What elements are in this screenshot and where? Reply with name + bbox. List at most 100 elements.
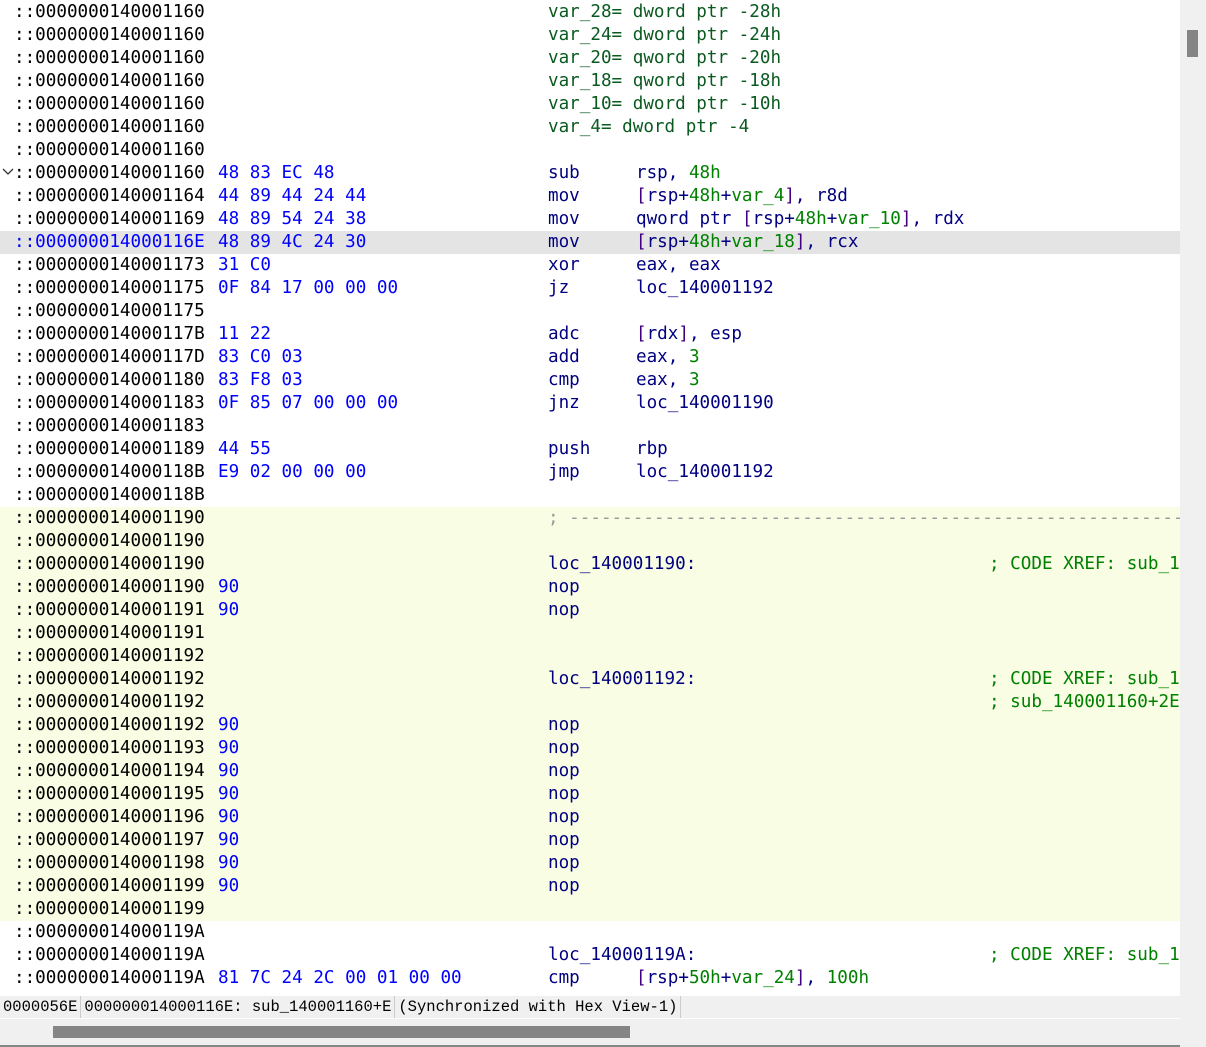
mnemonic[interactable]: nop xyxy=(548,737,580,760)
vertical-scrollbar[interactable] xyxy=(1180,0,1206,1047)
listing-row[interactable]: ::0000000140001160 var_4= dword ptr -4 xyxy=(0,116,1180,139)
listing-row[interactable]: ::0000000140001199 90 nop xyxy=(0,875,1180,898)
listing-row[interactable]: ::000000014000119A 81 7C 24 2C 00 01 00 0… xyxy=(0,967,1180,990)
operands[interactable]: loc_140001192 xyxy=(636,277,774,300)
listing-row[interactable]: ::0000000140001160 var_28= dword ptr -28h xyxy=(0,1,1180,24)
address: ::0000000140001192 xyxy=(14,669,205,689)
mnemonic[interactable]: jmp xyxy=(548,461,580,484)
operands[interactable]: [rsp+48h+var_4], r8d xyxy=(636,185,848,208)
mnemonic[interactable]: cmp xyxy=(548,369,580,392)
listing-row[interactable]: ::0000000140001190 loc_140001190: ; CODE X… xyxy=(0,553,1180,576)
xref-comment[interactable]: ; CODE XREF: sub_1 xyxy=(989,553,1180,576)
listing-row[interactable]: ::0000000140001189 44 55 push rbp xyxy=(0,438,1180,461)
current-location: 000000014000116E: sub_140001160+E xyxy=(81,996,396,1018)
address: ::0000000140001192 xyxy=(14,692,205,712)
operands[interactable]: [rsp+50h+var_24], 100h xyxy=(636,967,869,990)
operands[interactable]: rsp, 48h xyxy=(636,162,721,185)
listing-row[interactable]: ::0000000140001194 90 nop xyxy=(0,760,1180,783)
listing-row[interactable]: ::0000000140001183 xyxy=(0,415,1180,438)
listing-row[interactable]: ::0000000140001180 83 F8 03 cmp eax, 3 xyxy=(0,369,1180,392)
listing-row[interactable]: ::0000000140001192 ; sub_140001160+2E xyxy=(0,691,1180,714)
label[interactable]: loc_140001192: xyxy=(548,668,696,691)
listing-row[interactable]: ::0000000140001173 31 C0 xor eax, eax xyxy=(0,254,1180,277)
listing-row[interactable]: ::0000000140001198 90 nop xyxy=(0,852,1180,875)
listing-row[interactable]: ::0000000140001175 xyxy=(0,300,1180,323)
operands[interactable]: eax, eax xyxy=(636,254,721,277)
listing-row[interactable]: ::0000000140001192 xyxy=(0,645,1180,668)
mnemonic[interactable]: sub xyxy=(548,162,580,185)
operands[interactable]: eax, 3 xyxy=(636,346,700,369)
operands[interactable]: loc_140001192 xyxy=(636,461,774,484)
listing-row[interactable]: ::000000014000117B 11 22 adc [rdx], esp xyxy=(0,323,1180,346)
opcode-bytes: 90 xyxy=(218,807,240,827)
listing-row[interactable]: ::0000000140001160 var_18= qword ptr -18h xyxy=(0,70,1180,93)
listing-row[interactable]: ::000000014000119A xyxy=(0,921,1180,944)
listing-row[interactable]: ::0000000140001169 48 89 54 24 38 mov qword… xyxy=(0,208,1180,231)
xref-comment[interactable]: ; CODE XREF: sub_1 xyxy=(989,668,1180,691)
mnemonic[interactable]: nop xyxy=(548,852,580,875)
mnemonic[interactable]: nop xyxy=(548,875,580,898)
listing-row[interactable]: ::0000000140001190 ; --------------------… xyxy=(0,507,1180,530)
mnemonic[interactable]: cmp xyxy=(548,967,580,990)
listing-row[interactable]: ::0000000140001196 90 nop xyxy=(0,806,1180,829)
label[interactable]: loc_140001190: xyxy=(548,553,696,576)
mnemonic[interactable]: nop xyxy=(548,714,580,737)
address: ::0000000140001196 xyxy=(14,807,205,827)
listing-row[interactable]: ::000000014000118B xyxy=(0,484,1180,507)
listing-row[interactable]: ::0000000140001190 xyxy=(0,530,1180,553)
listing-row[interactable]: ::0000000140001160 var_10= dword ptr -10h xyxy=(0,93,1180,116)
mnemonic[interactable]: push xyxy=(548,438,590,461)
listing-row[interactable]: ::0000000140001160 48 83 EC 48 sub rsp, 48h xyxy=(0,162,1180,185)
mnemonic[interactable]: mov xyxy=(548,185,580,208)
operands[interactable]: qword ptr [rsp+48h+var_10], rdx xyxy=(636,208,964,231)
listing-row[interactable]: ::0000000140001160 var_24= dword ptr -24h xyxy=(0,24,1180,47)
xref-comment[interactable]: ; CODE XREF: sub_1 xyxy=(989,944,1180,967)
mnemonic[interactable]: nop xyxy=(548,829,580,852)
listing-row[interactable]: ::000000014000119A loc_14000119A: ; CODE X… xyxy=(0,944,1180,967)
operands[interactable]: [rdx], esp xyxy=(636,323,742,346)
mnemonic[interactable]: add xyxy=(548,346,580,369)
opcode-bytes: 90 xyxy=(218,738,240,758)
operands[interactable]: [rsp+48h+var_18], rcx xyxy=(636,231,858,254)
listing-row[interactable]: ::0000000140001190 90 nop xyxy=(0,576,1180,599)
listing-row[interactable]: ::000000014000117D 83 C0 03 add eax, 3 xyxy=(0,346,1180,369)
mnemonic[interactable]: nop xyxy=(548,806,580,829)
listing-row[interactable]: ::0000000140001192 90 nop xyxy=(0,714,1180,737)
operands[interactable]: eax, 3 xyxy=(636,369,700,392)
mnemonic[interactable]: adc xyxy=(548,323,580,346)
mnemonic[interactable]: jnz xyxy=(548,392,580,415)
label[interactable]: loc_14000119A: xyxy=(548,944,696,967)
mnemonic[interactable]: nop xyxy=(548,599,580,622)
listing-row[interactable]: ::0000000140001175 0F 84 17 00 00 00 jz loc… xyxy=(0,277,1180,300)
listing-row[interactable]: ::0000000140001160 var_20= qword ptr -20h xyxy=(0,47,1180,70)
vertical-scrollbar-thumb[interactable] xyxy=(1187,30,1198,57)
xref-comment[interactable]: ; sub_140001160+2E xyxy=(989,691,1180,714)
listing-row[interactable]: ::0000000140001193 90 nop xyxy=(0,737,1180,760)
mnemonic[interactable]: nop xyxy=(548,760,580,783)
listing-row[interactable]: ::0000000140001199 xyxy=(0,898,1180,921)
mnemonic[interactable]: nop xyxy=(548,783,580,806)
mnemonic[interactable]: mov xyxy=(548,231,580,254)
mnemonic[interactable]: jz xyxy=(548,277,569,300)
collapse-chevron-icon[interactable] xyxy=(2,167,14,177)
mnemonic[interactable]: xor xyxy=(548,254,580,277)
horizontal-scrollbar[interactable] xyxy=(0,1019,1180,1047)
listing-row[interactable]: ::000000014000116E 48 89 4C 24 30 mov [rsp+… xyxy=(0,231,1180,254)
address: ::0000000140001160 xyxy=(14,117,205,137)
listing-row[interactable]: ::0000000140001195 90 nop xyxy=(0,783,1180,806)
listing-row[interactable]: ::0000000140001160 xyxy=(0,139,1180,162)
mnemonic[interactable]: nop xyxy=(548,576,580,599)
listing-row[interactable]: ::0000000140001192 loc_140001192: ; CODE X… xyxy=(0,668,1180,691)
listing-row[interactable]: ::000000014000118B E9 02 00 00 00 jmp loc_1… xyxy=(0,461,1180,484)
address: ::0000000140001192 xyxy=(14,715,205,735)
disassembly-view[interactable]: ::0000000140001160 var_28= dword ptr -28h… xyxy=(0,0,1180,995)
listing-row[interactable]: ::0000000140001183 0F 85 07 00 00 00 jnz lo… xyxy=(0,392,1180,415)
listing-row[interactable]: ::0000000140001164 44 89 44 24 44 mov [rsp+… xyxy=(0,185,1180,208)
operands[interactable]: rbp xyxy=(636,438,668,461)
mnemonic[interactable]: mov xyxy=(548,208,580,231)
listing-row[interactable]: ::0000000140001191 90 nop xyxy=(0,599,1180,622)
operands[interactable]: loc_140001190 xyxy=(636,392,774,415)
horizontal-scrollbar-thumb[interactable] xyxy=(53,1026,630,1038)
listing-row[interactable]: ::0000000140001191 xyxy=(0,622,1180,645)
listing-row[interactable]: ::0000000140001197 90 nop xyxy=(0,829,1180,852)
